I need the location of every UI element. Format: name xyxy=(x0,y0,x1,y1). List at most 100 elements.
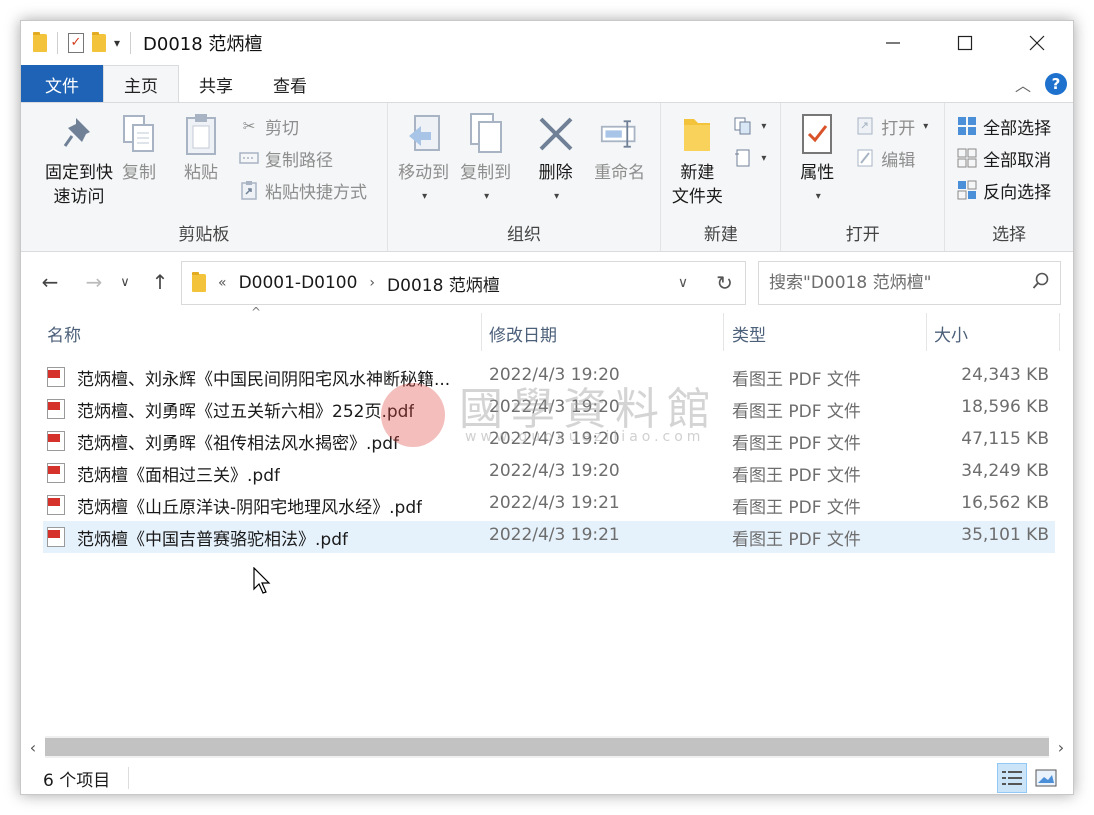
file-size: 24,343 KB xyxy=(961,365,1049,385)
refresh-button[interactable]: ↻ xyxy=(704,261,746,305)
close-icon xyxy=(1029,35,1045,51)
copy-path-button[interactable]: 复制路径 xyxy=(239,145,333,171)
ribbon-tabs: 文件 主页 共享 查看 ︿ ? xyxy=(21,65,1073,103)
paste-shortcut-label: 粘贴快捷方式 xyxy=(265,182,367,203)
breadcrumb-item[interactable]: D0018 范炳檀 xyxy=(387,271,500,296)
arrow-left-icon: ← xyxy=(41,270,59,294)
delete-button[interactable]: 删除 ▾ xyxy=(534,111,578,209)
column-header-size[interactable]: 大小 xyxy=(934,321,968,346)
paste-shortcut-button[interactable]: 粘贴快捷方式 xyxy=(239,177,367,203)
address-dropdown-chevron-icon[interactable]: ∨ xyxy=(663,275,703,291)
open-icon xyxy=(855,116,875,136)
paste-label: 粘贴 xyxy=(184,163,218,183)
edit-label: 编辑 xyxy=(881,150,916,171)
rename-icon xyxy=(600,111,640,157)
scrollbar-thumb[interactable] xyxy=(45,738,1049,756)
explorer-window: ✓ ▾ D0018 范炳檀 文件 主页 共享 查看 ︿ ? 固定到快 速访问 复… xyxy=(20,20,1074,795)
scroll-right-chevron-icon[interactable]: › xyxy=(1049,738,1073,757)
column-divider[interactable] xyxy=(481,313,482,351)
select-all-button[interactable]: 全部选择 xyxy=(957,113,1051,139)
table-row[interactable]: 范炳檀《山丘原洋诀-阴阳宅地理风水经》.pdf 2022/4/3 19:21 看… xyxy=(43,489,1055,521)
column-header-name[interactable]: 名称 xyxy=(47,321,81,346)
minimize-button[interactable] xyxy=(857,21,929,65)
new-item-button[interactable]: ▾ xyxy=(733,113,766,139)
back-button[interactable]: ← xyxy=(35,265,65,299)
column-divider[interactable] xyxy=(926,313,927,351)
column-divider[interactable] xyxy=(723,313,724,351)
breadcrumb-overflow[interactable]: « xyxy=(218,275,227,291)
large-icons-view-button[interactable] xyxy=(1031,763,1061,793)
scroll-left-chevron-icon[interactable]: ‹ xyxy=(21,738,45,757)
invert-selection-button[interactable]: 反向选择 xyxy=(957,177,1051,203)
properties-qat-icon[interactable]: ✓ xyxy=(68,33,84,53)
file-size: 47,115 KB xyxy=(961,429,1049,449)
new-folder-button[interactable]: 新建 文件夹 xyxy=(667,111,727,209)
cut-button[interactable]: ✂ 剪切 xyxy=(239,113,299,139)
file-size: 34,249 KB xyxy=(961,461,1049,481)
organize-group-label: 组织 xyxy=(507,225,542,245)
table-row[interactable]: 范炳檀、刘勇晖《祖传相法风水揭密》.pdf 2022/4/3 19:20 看图王… xyxy=(43,425,1055,457)
copy-to-label: 复制到 xyxy=(460,163,512,183)
tab-file[interactable]: 文件 xyxy=(21,65,103,103)
select-all-icon xyxy=(957,116,977,136)
pdf-file-icon xyxy=(47,399,65,419)
pin-to-quick-access-button[interactable]: 固定到快 速访问 xyxy=(31,111,127,209)
search-input[interactable] xyxy=(769,273,1032,293)
breadcrumb-item[interactable]: D0001-D0100 xyxy=(239,273,358,293)
copy-button[interactable]: 复制 xyxy=(117,111,161,185)
table-row[interactable]: 范炳檀、刘永辉《中国民间阴阳宅风水神断秘籍... 2022/4/3 19:20 … xyxy=(43,361,1055,393)
select-none-label: 全部取消 xyxy=(983,150,1052,171)
select-all-label: 全部选择 xyxy=(983,118,1052,139)
item-count: 6 个项目 xyxy=(43,770,111,791)
maximize-button[interactable] xyxy=(929,21,1001,65)
search-icon[interactable] xyxy=(1032,272,1050,295)
customize-qat-dropdown-icon[interactable]: ▾ xyxy=(114,36,120,50)
move-to-dropdown-icon: ▾ xyxy=(422,191,428,202)
breadcrumb-chevron-icon[interactable]: › xyxy=(369,275,375,291)
details-view-button[interactable] xyxy=(997,763,1027,793)
properties-button[interactable]: 属性 ▾ xyxy=(793,111,841,209)
copy-to-icon xyxy=(466,111,506,157)
qat-divider xyxy=(57,32,58,54)
tab-view[interactable]: 查看 xyxy=(253,65,327,103)
column-divider[interactable] xyxy=(1059,313,1060,351)
invert-selection-icon xyxy=(957,180,977,200)
move-to-button[interactable]: 移动到 ▾ xyxy=(396,111,452,209)
open-dropdown-icon: ▾ xyxy=(923,120,929,132)
sort-ascending-icon: ^ xyxy=(251,305,262,319)
table-row-selected[interactable]: 范炳檀《中国吉普赛骆驼相法》.pdf 2022/4/3 19:21 看图王 PD… xyxy=(43,521,1055,553)
up-button[interactable]: ↑ xyxy=(145,265,175,299)
column-header-date[interactable]: 修改日期 xyxy=(489,321,557,346)
select-none-button[interactable]: 全部取消 xyxy=(957,145,1051,171)
column-header-type[interactable]: 类型 xyxy=(732,321,766,346)
table-row[interactable]: 范炳檀《面相过三关》.pdf 2022/4/3 19:20 看图王 PDF 文件… xyxy=(43,457,1055,489)
tab-home[interactable]: 主页 xyxy=(103,65,179,103)
tab-share[interactable]: 共享 xyxy=(179,65,253,103)
open-button[interactable]: 打开 ▾ xyxy=(855,113,928,139)
new-folder-label-line1: 新建 xyxy=(680,163,715,183)
search-box[interactable] xyxy=(758,261,1061,305)
recent-locations-button[interactable]: ∨ xyxy=(115,265,135,299)
horizontal-scrollbar[interactable]: ‹ › xyxy=(21,736,1073,758)
copy-to-button[interactable]: 复制到 ▾ xyxy=(458,111,514,209)
window-controls xyxy=(857,21,1073,65)
window-title: D0018 范炳檀 xyxy=(143,34,263,55)
close-button[interactable] xyxy=(1001,21,1073,65)
table-row[interactable]: 范炳檀、刘勇晖《过五关斩六相》252页.pdf 2022/4/3 19:20 看… xyxy=(43,393,1055,425)
invert-selection-label: 反向选择 xyxy=(983,182,1052,203)
new-folder-qat-icon[interactable] xyxy=(92,32,106,52)
collapse-ribbon-chevron-up-icon[interactable]: ︿ xyxy=(1015,72,1031,96)
easy-access-button[interactable]: ▾ xyxy=(733,145,766,171)
minimize-icon xyxy=(886,42,900,44)
rename-button[interactable]: 重命名 xyxy=(588,111,652,185)
address-bar[interactable]: « D0001-D0100 › D0018 范炳檀 ∨ xyxy=(181,261,746,305)
scrollbar-track[interactable] xyxy=(45,736,1049,758)
paste-button[interactable]: 粘贴 xyxy=(179,111,223,185)
forward-button[interactable]: → xyxy=(79,265,109,299)
pin-label-line1: 固定到快 xyxy=(45,163,113,183)
arrow-up-icon: ↑ xyxy=(151,270,169,294)
edit-button[interactable]: 编辑 xyxy=(855,145,915,171)
file-size: 18,596 KB xyxy=(961,397,1049,417)
file-name: 范炳檀、刘永辉《中国民间阴阳宅风水神断秘籍... xyxy=(77,370,451,390)
help-icon[interactable]: ? xyxy=(1045,73,1067,95)
